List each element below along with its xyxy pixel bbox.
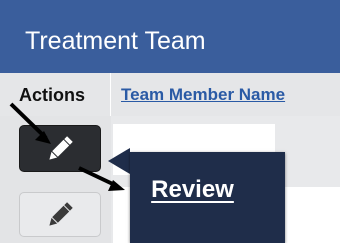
arrow-icon	[9, 102, 125, 191]
